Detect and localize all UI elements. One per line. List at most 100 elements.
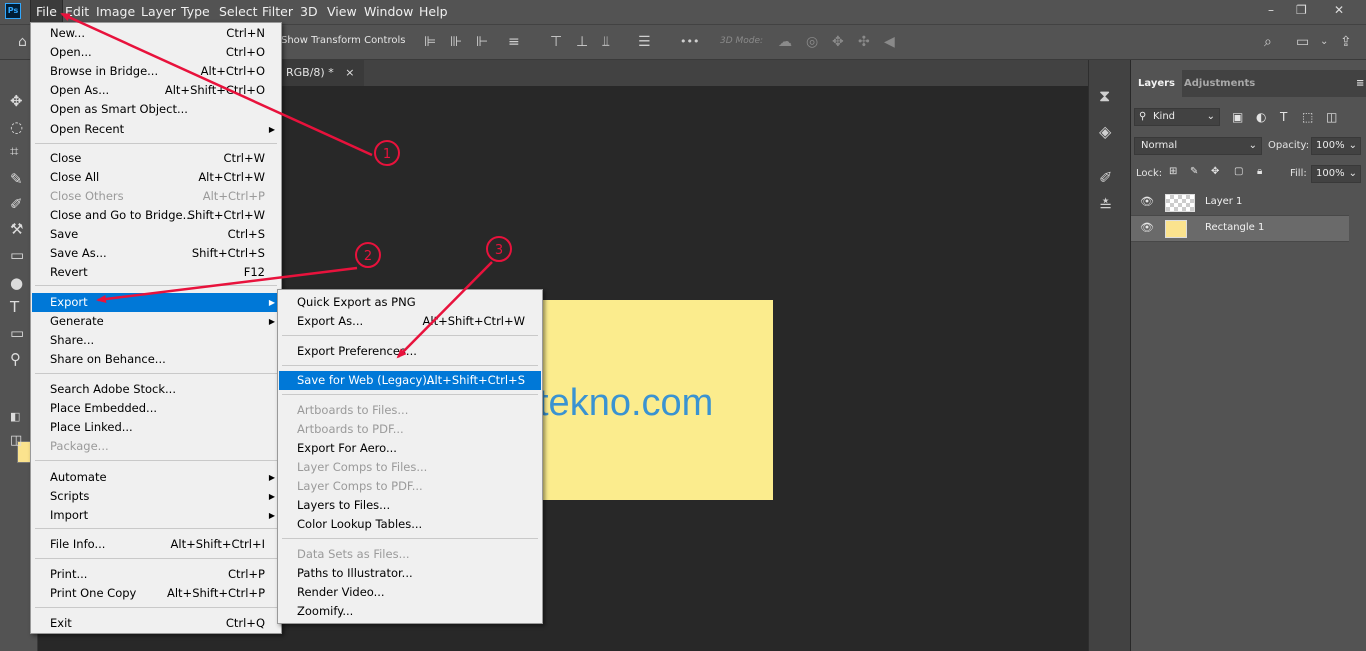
scale-3d-icon[interactable]: ◀ <box>884 34 895 50</box>
menu-window[interactable]: Window <box>359 0 418 24</box>
menu-help[interactable]: Help <box>414 0 453 24</box>
export-menu-item[interactable]: Quick Export as PNG <box>279 293 541 312</box>
filter-shape-icon[interactable]: ⬚ <box>1302 110 1313 124</box>
visibility-eye-icon[interactable]: 👁︎ <box>1140 195 1154 208</box>
file-menu-item[interactable]: Automate ▶ <box>32 468 281 487</box>
file-menu-item[interactable]: Import ▶ <box>32 506 281 525</box>
export-menu-item[interactable]: Layers to Files... <box>279 496 541 515</box>
menu-file[interactable]: File <box>30 0 63 25</box>
export-menu-item[interactable]: Color Lookup Tables... <box>279 515 541 534</box>
share-icon[interactable]: ⇪ <box>1340 34 1352 50</box>
lock-image-icon[interactable]: ✎ <box>1190 166 1198 177</box>
eyedropper-tool-icon[interactable]: ✎ <box>10 170 23 188</box>
file-menu-item[interactable]: Close and Go to Bridge... Shift+Ctrl+W <box>32 206 281 225</box>
menu-view[interactable]: View <box>322 0 362 24</box>
restore-icon[interactable]: ❐ <box>1296 3 1307 17</box>
file-menu-item[interactable]: Open... Ctrl+O <box>32 43 281 62</box>
file-menu-item[interactable]: Open Recent ▶ <box>32 120 281 139</box>
file-menu-item[interactable]: New... Ctrl+N <box>32 24 281 43</box>
roll-3d-icon[interactable]: ◎ <box>806 34 818 50</box>
file-menu-item[interactable]: Browse in Bridge... Alt+Ctrl+O <box>32 62 281 81</box>
file-menu-item[interactable]: Exit Ctrl+Q <box>32 614 281 633</box>
properties-panel-icon[interactable]: ≛ <box>1099 196 1112 215</box>
close-tab-icon[interactable]: × <box>345 66 354 79</box>
align-center-icon[interactable]: ⊪ <box>450 34 462 50</box>
lock-transparent-icon[interactable]: ⊞ <box>1169 166 1177 177</box>
move-tool-icon[interactable]: ✥ <box>10 92 23 110</box>
menu-image[interactable]: Image <box>91 0 140 24</box>
fill-input[interactable]: 100% ⌄ <box>1311 165 1361 183</box>
search-icon[interactable]: ⌕ <box>1264 34 1272 50</box>
file-menu-item[interactable]: Open as Smart Object... <box>32 100 281 119</box>
layer-row[interactable]: 👁︎ Layer 1 <box>1131 190 1349 216</box>
minimize-icon[interactable]: – <box>1268 3 1274 17</box>
default-colors-icon[interactable]: ◧ <box>10 408 20 426</box>
crop-tool-icon[interactable]: ⌗ <box>10 142 18 160</box>
file-menu-item[interactable]: Print... Ctrl+P <box>32 565 281 584</box>
file-menu-item[interactable]: Close Ctrl+W <box>32 149 281 168</box>
filter-pixel-icon[interactable]: ▣ <box>1232 110 1243 124</box>
export-menu-item[interactable]: Export For Aero... <box>279 439 541 458</box>
menu-type[interactable]: Type <box>176 0 215 24</box>
layer-filter-kind-select[interactable]: Kind ⌄ ⚲ <box>1134 108 1220 126</box>
save-for-web-legacy-item[interactable]: Save for Web (Legacy)... Alt+Shift+Ctrl+S <box>279 371 541 390</box>
file-menu-item[interactable]: Place Embedded... <box>32 399 281 418</box>
layer-row-selected[interactable]: 👁︎ Rectangle 1 <box>1131 216 1349 242</box>
document-tab[interactable]: RGB/8) * × <box>276 60 365 86</box>
menu-layer[interactable]: Layer <box>136 0 181 24</box>
file-menu-item[interactable]: Print One Copy Alt+Shift+Ctrl+P <box>32 584 281 603</box>
opacity-input[interactable]: 100% ⌄ <box>1311 137 1361 155</box>
distribute-icon[interactable]: ≡ <box>508 34 520 50</box>
blend-mode-select[interactable]: Normal ⌄ <box>1134 137 1262 155</box>
eraser-tool-icon[interactable]: ▭ <box>10 246 24 264</box>
tab-adjustments[interactable]: Adjustments <box>1177 70 1262 97</box>
export-menu-item[interactable]: Render Video... <box>279 583 541 602</box>
file-menu-item[interactable]: Revert F12 <box>32 263 281 282</box>
visibility-eye-icon[interactable]: 👁︎ <box>1140 221 1154 234</box>
file-menu-item[interactable]: Generate ▶ <box>32 312 281 331</box>
align-bottom-icon[interactable]: ⫫ <box>602 34 610 50</box>
export-menu-item[interactable]: Export As... Alt+Shift+Ctrl+W <box>279 312 541 331</box>
lock-all-icon[interactable]: 🔒︎ <box>1257 166 1262 177</box>
slide-3d-icon[interactable]: ✣ <box>858 34 870 50</box>
close-window-icon[interactable]: ✕ <box>1334 3 1344 17</box>
file-menu-item[interactable]: Scripts ▶ <box>32 487 281 506</box>
type-tool-icon[interactable]: T <box>10 298 19 316</box>
file-menu-item[interactable]: Share... <box>32 331 281 350</box>
clone-stamp-tool-icon[interactable]: ⚒ <box>10 220 23 238</box>
panel-menu-icon[interactable]: ≡ <box>1349 70 1366 97</box>
quick-mask-icon[interactable]: ◫ <box>10 432 22 450</box>
history-panel-icon[interactable]: ⧗ <box>1099 86 1110 106</box>
align-top-icon[interactable]: ⊤ <box>550 34 562 50</box>
align-left-icon[interactable]: ⊫ <box>424 34 436 50</box>
lock-position-icon[interactable]: ✥ <box>1211 166 1219 177</box>
zoom-tool-icon[interactable]: ⚲ <box>10 350 21 368</box>
align-right-icon[interactable]: ⊩ <box>476 34 488 50</box>
menu-edit[interactable]: Edit <box>60 0 94 24</box>
filter-adjustment-icon[interactable]: ◐ <box>1256 110 1266 124</box>
file-menu-item[interactable]: Save As... Shift+Ctrl+S <box>32 244 281 263</box>
distribute-vertical-icon[interactable]: ☰ <box>638 34 651 50</box>
filter-type-icon[interactable]: T <box>1280 110 1287 124</box>
menu-3d[interactable]: 3D <box>295 0 323 24</box>
lock-artboard-icon[interactable]: ▢ <box>1234 166 1243 177</box>
menu-select[interactable]: Select <box>214 0 263 24</box>
align-middle-icon[interactable]: ⊥ <box>576 34 588 50</box>
orbit-3d-icon[interactable]: ☁ <box>778 34 792 50</box>
show-transform-controls-label[interactable]: Show Transform Controls <box>281 35 405 46</box>
file-menu-item[interactable]: Save Ctrl+S <box>32 225 281 244</box>
home-icon[interactable]: ⌂ <box>18 34 27 50</box>
export-menu-item[interactable]: Paths to Illustrator... <box>279 564 541 583</box>
menu-filter[interactable]: Filter <box>257 0 298 24</box>
drag-3d-icon[interactable]: ✥ <box>832 34 844 50</box>
brush-settings-icon[interactable]: ✐ <box>1099 168 1112 187</box>
chevron-down-icon[interactable]: ⌄ <box>1320 34 1328 50</box>
lasso-tool-icon[interactable]: ◌ <box>10 118 23 136</box>
file-menu-item[interactable]: Place Linked... <box>32 418 281 437</box>
export-menu-item[interactable]: Export Preferences... <box>279 342 541 361</box>
tab-layers[interactable]: Layers <box>1131 70 1182 97</box>
file-menu-item[interactable]: Open As... Alt+Shift+Ctrl+O <box>32 81 281 100</box>
export-menu-item[interactable]: Zoomify... <box>279 602 541 621</box>
rectangle-tool-icon[interactable]: ▭ <box>10 324 24 342</box>
file-menu-item[interactable]: File Info... Alt+Shift+Ctrl+I <box>32 535 281 554</box>
